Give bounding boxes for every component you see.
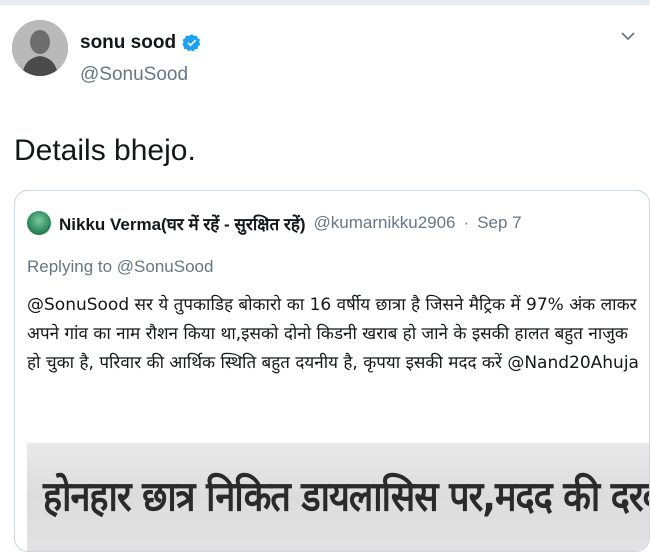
author-avatar[interactable] <box>12 20 68 76</box>
author-display-name[interactable]: sonu sood <box>80 32 176 54</box>
quoted-tweet-card[interactable]: Nikku Verma(घर में रहें - सुरक्षित रहें)… <box>14 190 650 552</box>
quoted-author-handle: @kumarnikku2906 <box>313 213 456 232</box>
quoted-tweet-header: Nikku Verma(घर में रहें - सुरक्षित रहें)… <box>27 211 522 235</box>
quoted-author-avatar <box>27 211 51 235</box>
tweet-header: sonu sood @SonuSood <box>0 0 650 110</box>
quoted-tweet-body: @SonuSood सर ये तुपकाडिह बोकारो का 16 वर… <box>27 295 639 373</box>
author-name-row: sonu sood <box>80 32 202 54</box>
quoted-tweet-image[interactable]: होनहार छात्र निकित डायलासिस पर,मदद की दर… <box>27 443 650 551</box>
quoted-author-name: Nikku Verma(घर में रहें - सुरक्षित रहें) <box>59 214 306 234</box>
quoted-tweet-date: Sep 7 <box>477 213 522 232</box>
verified-badge-icon <box>182 33 202 53</box>
tweet-text: Details bhejo. <box>14 134 196 167</box>
replying-to-label: Replying to @SonuSood <box>27 257 214 276</box>
newspaper-headline: होनहार छात्र निकित डायलासिस पर,मदद की दर… <box>43 473 650 522</box>
author-handle[interactable]: @SonuSood <box>80 64 188 86</box>
chevron-down-icon[interactable] <box>618 26 638 46</box>
quoted-meta-separator: · <box>463 213 470 232</box>
